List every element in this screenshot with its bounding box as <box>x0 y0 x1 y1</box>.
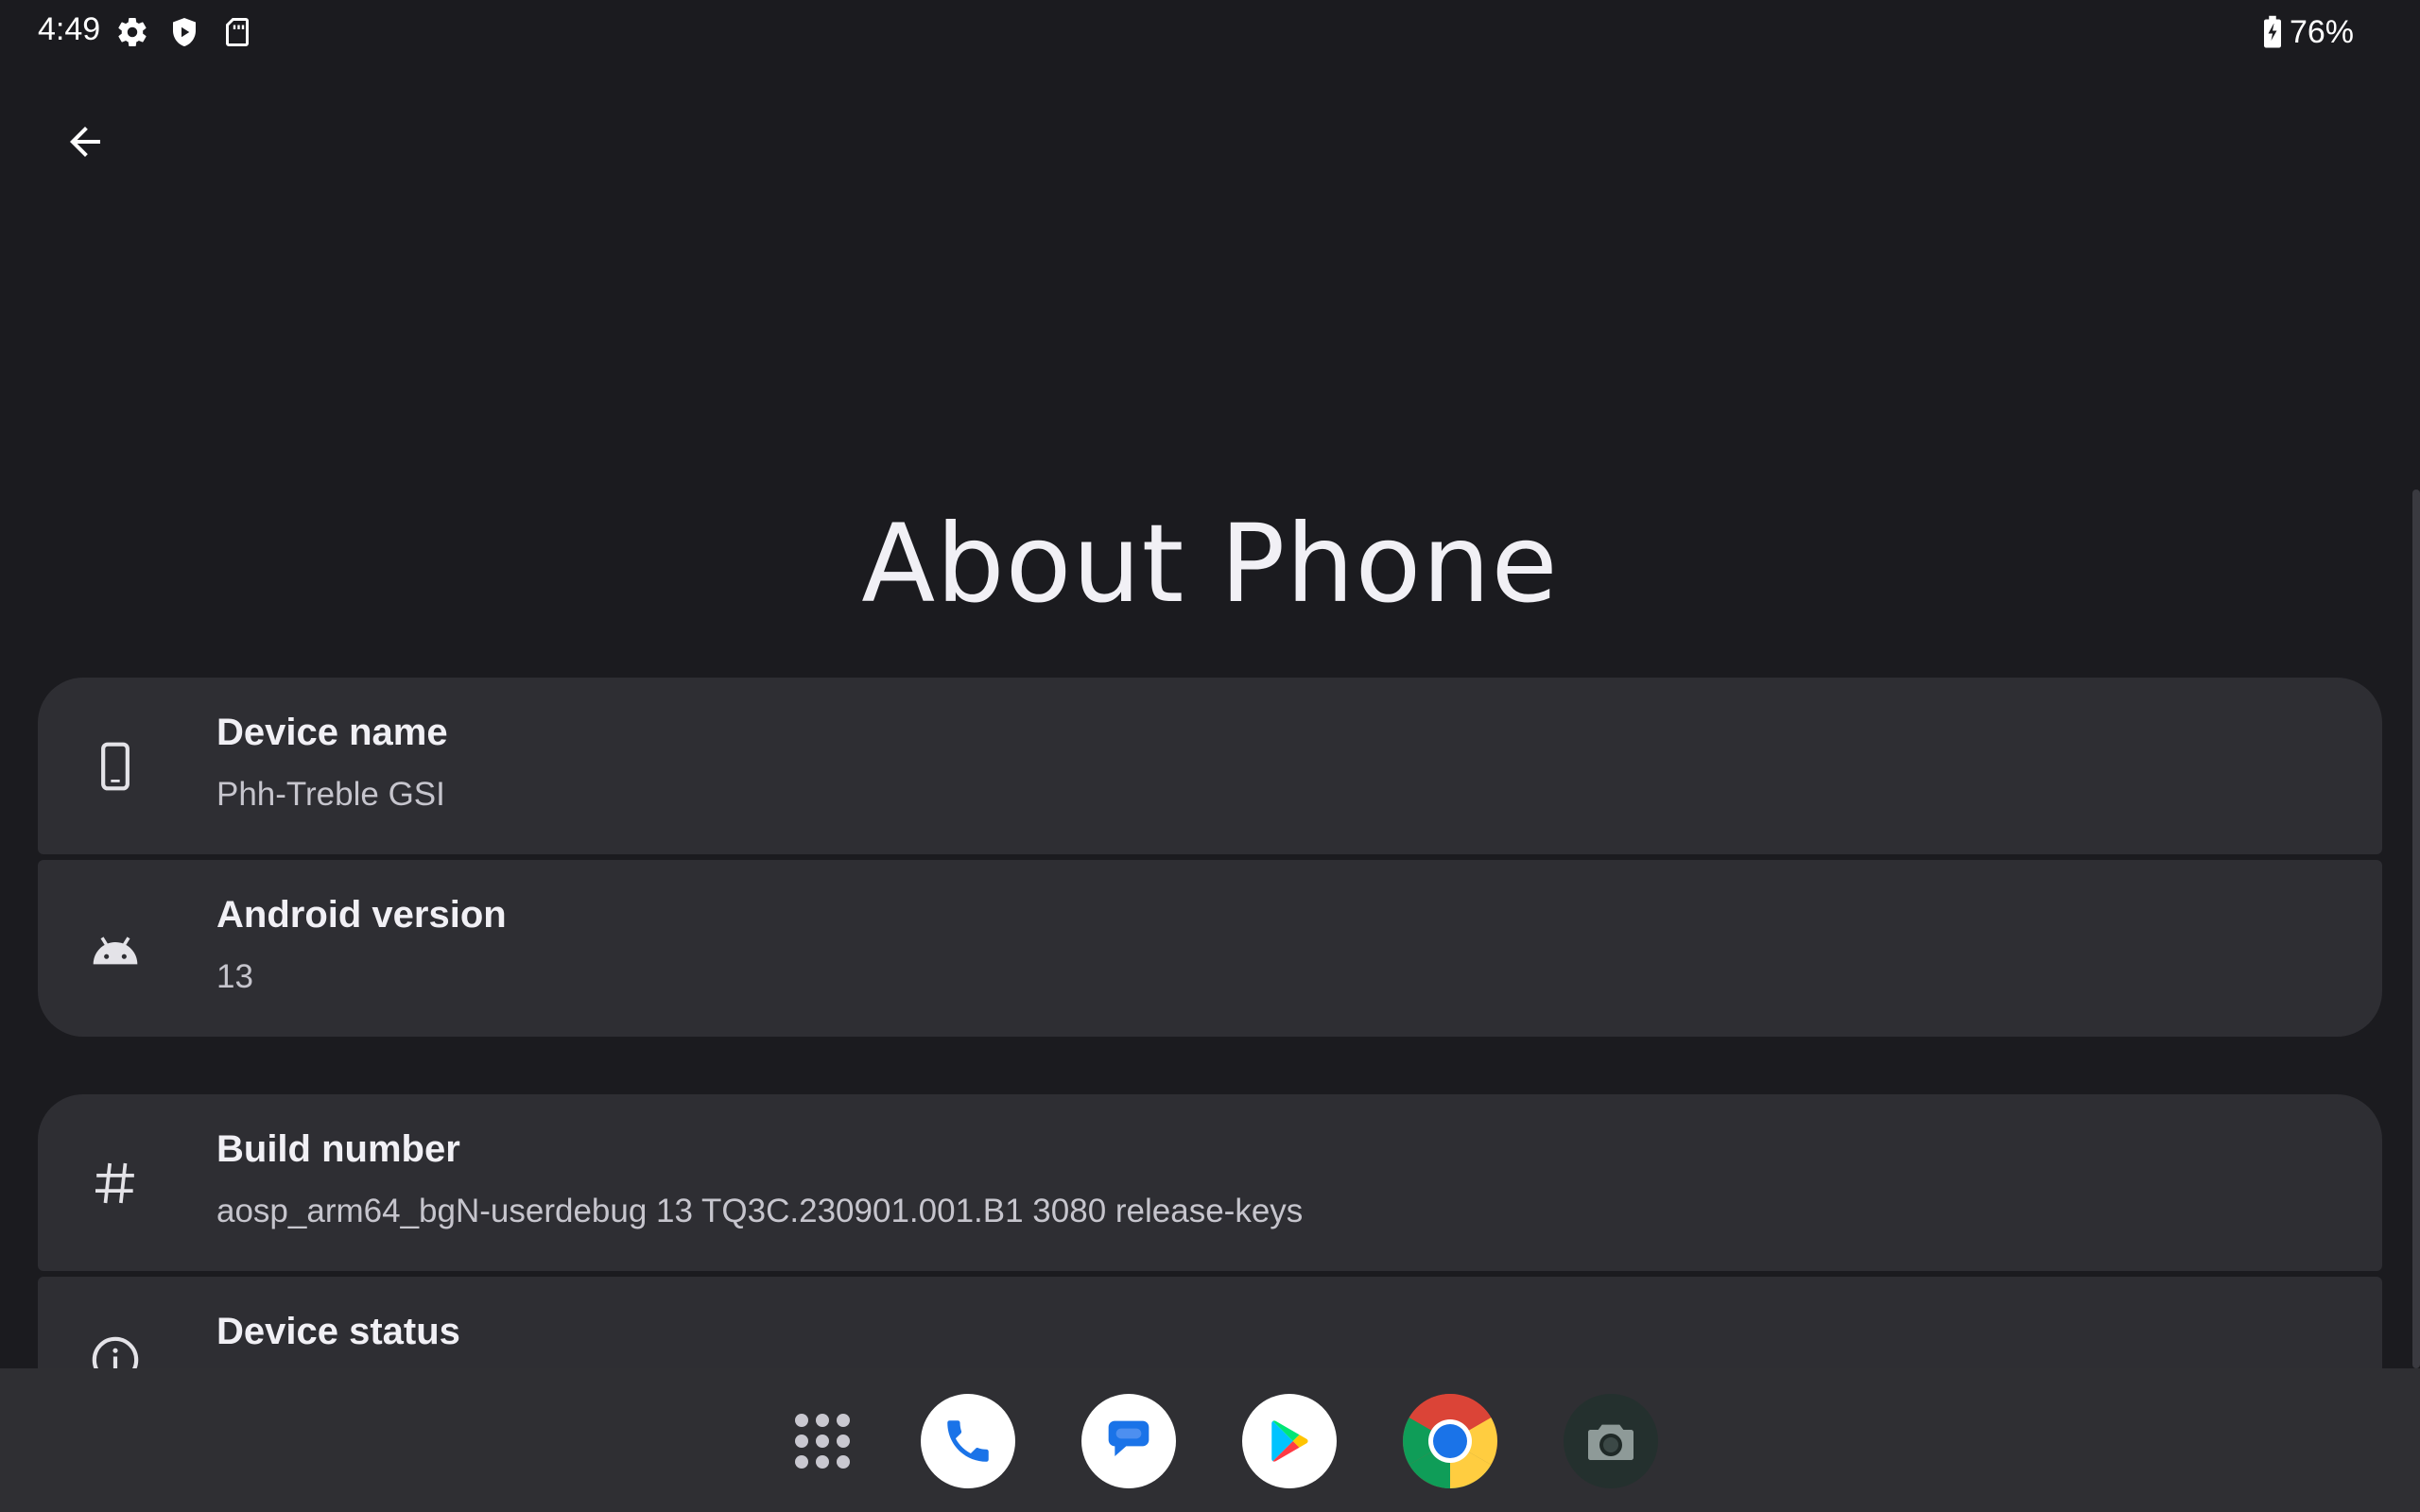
phone-app-icon[interactable] <box>921 1394 1015 1488</box>
taskbar <box>0 1368 2420 1512</box>
status-time: 4:49 <box>38 11 101 47</box>
android-icon <box>87 920 144 977</box>
arrow-back-icon <box>70 127 100 157</box>
shield-play-icon <box>167 15 201 49</box>
setting-summary: 13 <box>216 958 253 995</box>
smartphone-icon <box>87 738 144 795</box>
play-store-app-icon[interactable] <box>1242 1394 1337 1488</box>
info-icon <box>87 1332 144 1368</box>
camera-app-icon[interactable] <box>1564 1394 1658 1488</box>
battery-indicator: 76% <box>2261 11 2354 53</box>
setting-title: Android version <box>216 894 507 936</box>
setting-title: Build number <box>216 1128 460 1170</box>
hash-icon <box>87 1155 144 1211</box>
setting-title: Device name <box>216 712 448 753</box>
setting-device-name[interactable]: Device name Phh-Treble GSI <box>38 678 2382 854</box>
messages-app-icon[interactable] <box>1081 1394 1176 1488</box>
page-title: About Phone <box>861 501 1559 627</box>
app-drawer-icon <box>795 1414 850 1469</box>
app-drawer-button[interactable] <box>792 1411 853 1471</box>
battery-percent: 76% <box>2289 13 2354 50</box>
setting-device-status[interactable]: Device status <box>38 1277 2382 1368</box>
scrollbar[interactable] <box>2412 490 2420 1368</box>
back-button[interactable] <box>47 104 123 180</box>
setting-summary: aosp_arm64_bgN-userdebug 13 TQ3C.230901.… <box>216 1193 1304 1229</box>
chrome-app-icon[interactable] <box>1403 1394 1497 1488</box>
setting-build-number[interactable]: Build number aosp_arm64_bgN-userdebug 13… <box>38 1094 2382 1271</box>
setting-title: Device status <box>216 1311 460 1352</box>
setting-summary: Phh-Treble GSI <box>216 776 445 813</box>
settings-gear-icon <box>115 15 149 49</box>
status-bar: 4:49 76% <box>0 0 2420 64</box>
about-phone-screen: 4:49 76% About Phone Device name Phh-Tre… <box>0 0 2420 1512</box>
sd-card-icon <box>220 15 254 49</box>
battery-charging-icon <box>2263 15 2281 48</box>
setting-android-version[interactable]: Android version 13 <box>38 860 2382 1037</box>
